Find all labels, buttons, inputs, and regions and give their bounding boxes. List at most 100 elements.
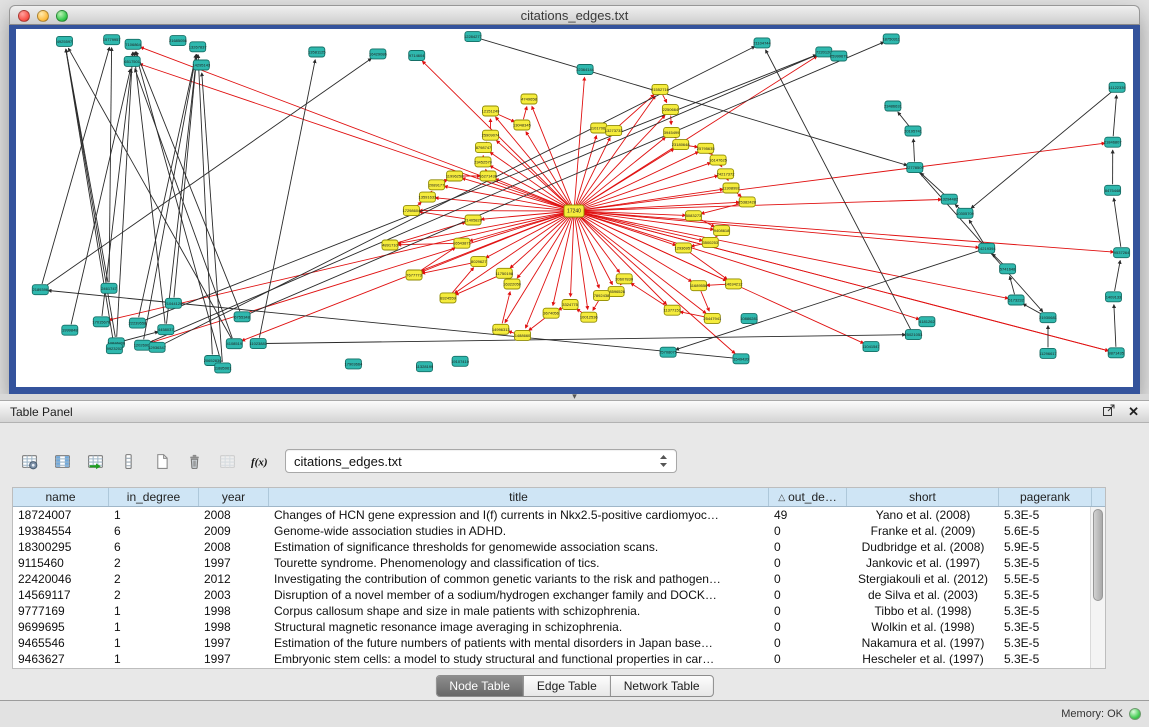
cell-out-de: 0 [769,603,847,619]
row-options-button[interactable] [115,448,142,475]
float-panel-icon[interactable] [1102,403,1116,420]
table-row[interactable]: 1830029562008Estimation of significance … [13,539,1105,555]
cell-in-degree: 1 [109,507,199,523]
column-header-year[interactable]: year [199,488,269,506]
delete-column-button[interactable] [181,448,208,475]
close-panel-icon[interactable]: ✕ [1128,405,1139,419]
table-mode-button[interactable] [16,448,43,475]
svg-text:23452579: 23452579 [474,159,493,164]
cell-out-de: 0 [769,571,847,587]
cell-in-degree: 6 [109,523,199,539]
show-columns-button[interactable] [49,448,76,475]
table-body: 1872400712008Changes of HCN gene express… [13,507,1105,667]
cell-out-de: 0 [769,635,847,651]
tab-network-table[interactable]: Network Table [611,676,713,696]
row-options-icon [120,453,137,470]
new-column-button[interactable] [148,448,175,475]
network-window-titlebar[interactable]: citations_edges.txt [9,5,1140,25]
svg-text:2189396: 2189396 [33,287,49,292]
table-row[interactable]: 969969511998Structural magnetic resonanc… [13,619,1105,635]
svg-text:11689556: 11689556 [690,283,708,288]
cell-short: Yano et al. (2008) [847,507,999,523]
cell-title: Tourette syndrome. Phenomenology and cla… [269,555,769,571]
table-row[interactable]: 2242004622012Investigating the contribut… [13,571,1105,587]
zoom-window-button[interactable] [56,10,68,22]
svg-text:21104744: 21104744 [753,40,771,45]
cell-pagerank: 5.3E-5 [999,651,1092,667]
svg-text:8324559: 8324559 [440,295,456,300]
table-row[interactable]: 1938455462009Genome-wide association stu… [13,523,1105,539]
svg-text:7892438: 7892438 [594,293,610,298]
cell-year: 1997 [199,651,269,667]
svg-text:21405829: 21405829 [464,218,483,223]
table-row[interactable]: 911546021997Tourette syndrome. Phenomeno… [13,555,1105,571]
cell-out-de: 0 [769,539,847,555]
cell-in-degree: 1 [109,635,199,651]
import-table-button[interactable] [82,448,109,475]
table-row[interactable]: 1456911722003Disruption of a novel membe… [13,587,1105,603]
svg-text:6755348: 6755348 [234,314,250,319]
tab-edge-table[interactable]: Edge Table [524,676,611,696]
tab-node-table[interactable]: Node Table [436,676,524,696]
column-header-name[interactable]: name [13,488,109,506]
svg-text:7677773: 7677773 [406,273,422,278]
network-graph-canvas[interactable]: 1101706413273733215527162250664394549923… [16,29,1133,387]
svg-text:11328199: 11328199 [416,364,434,369]
cell-out-de: 49 [769,507,847,523]
function-builder-icon: f(x) [250,453,272,470]
svg-text:4891710: 4891710 [382,243,398,248]
svg-text:16322059: 16322059 [503,282,522,287]
svg-text:21846807: 21846807 [1104,140,1123,145]
table-mode-icon [21,453,38,470]
svg-text:4925597: 4925597 [57,39,73,44]
svg-text:18596528: 18596528 [607,289,626,294]
table-vertical-scrollbar[interactable] [1090,507,1105,668]
minimize-window-button[interactable] [37,10,49,22]
svg-text:10305709: 10305709 [956,211,975,216]
column-header-out-de[interactable]: △out_de… [769,488,847,506]
memory-status-indicator [1129,708,1141,720]
table-row[interactable]: 977716911998Corpus callosum shape and si… [13,603,1105,619]
function-builder-button[interactable]: f(x) [247,448,274,475]
column-header-title[interactable]: title [269,488,769,506]
cell-name: 18724007 [13,507,109,523]
table-row[interactable]: 946362711997Embryonic stem cells: a mode… [13,651,1105,667]
svg-text:4108519: 4108519 [227,341,243,346]
cell-short: Jankovic et al. (1997) [847,555,999,571]
scrollbar-thumb[interactable] [1093,509,1103,601]
svg-text:18750311: 18750311 [882,36,900,41]
svg-text:25795635: 25795635 [697,146,716,151]
svg-text:22364144: 22364144 [576,67,595,72]
svg-text:16147625: 16147625 [709,158,728,163]
cell-title: Disruption of a novel member of a sodium… [269,587,769,603]
cell-in-degree: 2 [109,571,199,587]
svg-text:11023881: 11023881 [249,341,267,346]
table-row[interactable]: 946554611997Estimation of the future num… [13,635,1105,651]
svg-text:8475448: 8475448 [1105,188,1121,193]
window-title: citations_edges.txt [10,8,1139,23]
new-column-icon [153,453,170,470]
svg-text:11996258: 11996258 [446,174,464,179]
cell-name: 9777169 [13,603,109,619]
svg-text:21930681: 21930681 [1039,315,1058,320]
svg-text:12936347: 12936347 [148,345,167,350]
cell-in-degree: 1 [109,603,199,619]
table-selector-dropdown[interactable]: citations_edges.txt [285,449,677,473]
svg-text:1999848: 1999848 [62,328,78,333]
svg-text:11122339: 11122339 [1108,85,1126,90]
svg-text:14634212: 14634212 [725,281,744,286]
cell-title: Estimation of the future numbers of pati… [269,635,769,651]
cell-pagerank: 5.3E-5 [999,587,1092,603]
table-row[interactable]: 1872400712008Changes of HCN gene express… [13,507,1105,523]
column-header-short[interactable]: short [847,488,999,506]
network-view-frame: 1101706413273733215527162250664394549923… [9,25,1140,394]
cell-out-de: 0 [769,523,847,539]
paste-table-button[interactable] [214,448,241,475]
close-window-button[interactable] [18,10,30,22]
svg-text:4458037: 4458037 [158,327,174,332]
column-header-pagerank[interactable]: pagerank [999,488,1092,506]
table-panel-header: Table Panel ✕ [0,401,1149,423]
column-header-in-degree[interactable]: in_degree [109,488,199,506]
svg-text:16271438: 16271438 [479,174,498,179]
svg-text:16543871: 16543871 [453,241,472,246]
